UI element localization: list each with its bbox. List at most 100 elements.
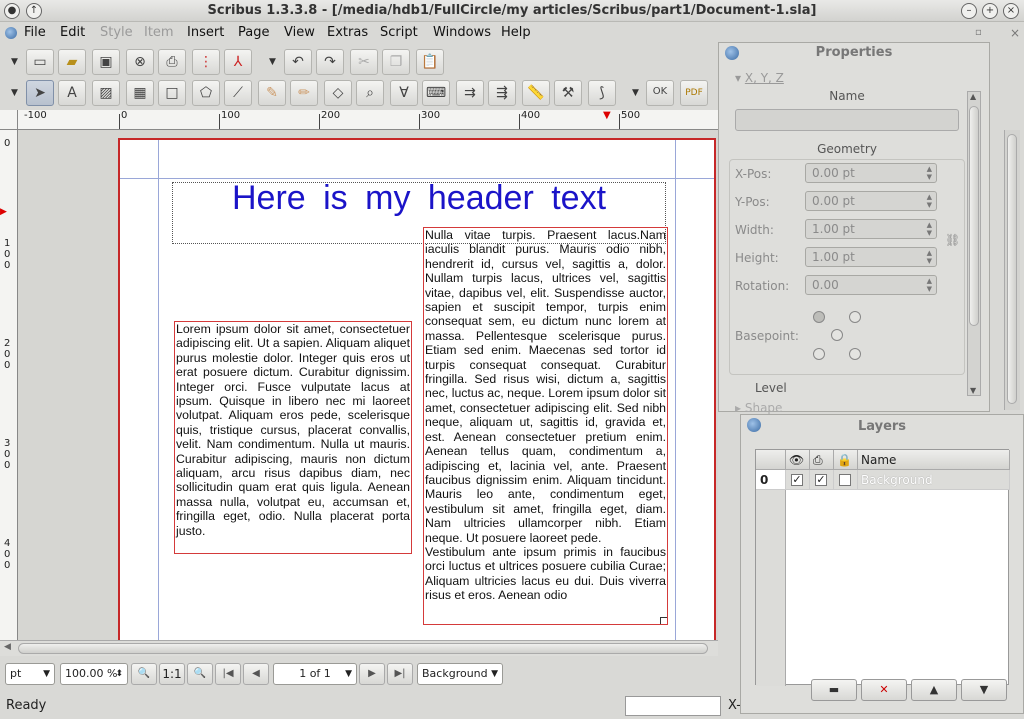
dock-close-icon[interactable]: × — [1010, 26, 1020, 40]
zoom-100-button[interactable]: 1:1 — [159, 663, 185, 685]
width-input[interactable]: 1.00 pt ▲ ▼ — [805, 219, 937, 239]
copy-button[interactable]: ❐ — [382, 49, 410, 75]
open-button[interactable]: ▰ — [58, 49, 86, 75]
menu-insert[interactable]: Insert — [187, 25, 224, 40]
basepoint-top-left[interactable] — [813, 311, 825, 323]
toolbar-handle-icon[interactable]: ▼ — [269, 57, 276, 67]
text-frame-button[interactable]: A — [58, 80, 86, 106]
preflight-button[interactable]: ⋮ — [192, 49, 220, 75]
menu-view[interactable]: View — [284, 25, 315, 40]
line-button[interactable]: ⟋ — [224, 80, 252, 106]
vertical-ruler[interactable]: 0 1 0 0 2 0 0 3 0 0 4 0 0 ▶ — [0, 130, 18, 640]
polygon-button[interactable]: ⬠ — [192, 80, 220, 106]
image-frame-button[interactable]: ▨ — [92, 80, 120, 106]
zoom-input[interactable]: 100.00 % ⬍ — [60, 663, 128, 685]
menu-windows[interactable]: Windows — [433, 25, 491, 40]
height-input[interactable]: 1.00 pt ▲ ▼ — [805, 247, 937, 267]
freehand-button[interactable]: ✏ — [290, 80, 318, 106]
save-button[interactable]: ▣ — [92, 49, 120, 75]
basepoint-center[interactable] — [831, 329, 843, 341]
undo-button[interactable]: ↶ — [284, 49, 312, 75]
layer-visible-checkbox[interactable]: ✓ — [791, 474, 803, 486]
horizontal-scrollbar[interactable]: ◀ — [0, 640, 718, 656]
select-tool-button[interactable]: ➤ — [26, 80, 54, 106]
close-icon[interactable]: × — [1003, 3, 1019, 19]
lower-layer-button[interactable]: ▼ — [961, 679, 1007, 701]
last-page-button[interactable]: ▶| — [387, 663, 413, 685]
raise-layer-button[interactable]: ▲ — [911, 679, 957, 701]
scroll-left-icon[interactable]: ◀ — [4, 642, 11, 652]
menu-edit[interactable]: Edit — [60, 25, 85, 40]
minimize-icon[interactable]: – — [961, 3, 977, 19]
toolbar-handle-icon[interactable]: ▼ — [632, 88, 639, 98]
ok-button[interactable]: OK — [646, 80, 674, 106]
page-select[interactable]: 1 of 1 ▼ — [273, 663, 357, 685]
toolbar-handle-icon[interactable]: ▼ — [11, 57, 18, 67]
print-button[interactable]: ⎙ — [158, 49, 186, 75]
bezier-button[interactable]: ✎ — [258, 80, 286, 106]
layer-name-cell[interactable]: Background — [858, 470, 1010, 490]
menu-file[interactable]: File — [24, 25, 46, 40]
menu-help[interactable]: Help — [501, 25, 531, 40]
scroll-up-icon[interactable]: ▲ — [970, 92, 976, 101]
menu-extras[interactable]: Extras — [327, 25, 368, 40]
basepoint-top-right[interactable] — [849, 311, 861, 323]
ruler-corner[interactable] — [0, 110, 18, 130]
scroll-down-icon[interactable]: ▼ — [970, 386, 976, 395]
menu-page[interactable]: Page — [238, 25, 269, 40]
table-button[interactable]: ▦ — [126, 80, 154, 106]
edit-text-button[interactable]: Ɐ — [390, 80, 418, 106]
shape-tab[interactable]: ▸ Shape — [735, 401, 782, 415]
vertical-scrollbar[interactable] — [1004, 130, 1020, 410]
story-editor-button[interactable]: ⌨ — [422, 80, 450, 106]
paste-button[interactable]: 📋 — [416, 49, 444, 75]
resize-handle-icon[interactable] — [660, 617, 667, 624]
layer-locked-checkbox[interactable] — [839, 474, 851, 486]
menu-style[interactable]: Style — [100, 25, 133, 40]
layer-select[interactable]: Background ▼ — [417, 663, 503, 685]
basepoint-bottom-right[interactable] — [849, 348, 861, 360]
right-text-frame[interactable]: Nulla vitae turpis. Praesent lacus.Nam i… — [423, 227, 668, 625]
x-pos-input[interactable]: 0.00 pt ▲ ▼ — [805, 163, 937, 183]
eyedropper-button[interactable]: ⟆ — [588, 80, 616, 106]
dock-float-icon[interactable]: ▫ — [975, 27, 982, 38]
cut-button[interactable]: ✂ — [350, 49, 378, 75]
measure-button[interactable]: 📏 — [522, 80, 550, 106]
rotation-input[interactable]: 0.00 ▲ ▼ — [805, 275, 937, 295]
close-document-button[interactable]: ⊗ — [126, 49, 154, 75]
add-layer-button[interactable]: ▬ — [811, 679, 857, 701]
maximize-icon[interactable]: + — [982, 3, 998, 19]
y-pos-input[interactable]: 0.00 pt ▲ ▼ — [805, 191, 937, 211]
zoom-button[interactable]: ⌕ — [356, 80, 384, 106]
redo-button[interactable]: ↷ — [316, 49, 344, 75]
pdf-field-button[interactable]: PDF — [680, 80, 708, 106]
scrollbar-thumb[interactable] — [969, 106, 979, 326]
toolbar-handle-icon[interactable]: ▼ — [11, 88, 18, 98]
layer-printable-checkbox[interactable]: ✓ — [815, 474, 827, 486]
document-page[interactable]: Here is my header text Lorem ipsum dolor… — [118, 138, 716, 640]
document-canvas[interactable]: Here is my header text Lorem ipsum dolor… — [18, 130, 718, 640]
xyz-tab[interactable]: ▾ X, Y, Z — [735, 71, 784, 85]
unlink-frames-button[interactable]: ⇶ — [488, 80, 516, 106]
export-pdf-button[interactable]: ⅄ — [224, 49, 252, 75]
first-page-button[interactable]: |◀ — [215, 663, 241, 685]
rotate-button[interactable]: ◇ — [324, 80, 352, 106]
name-input[interactable] — [735, 109, 959, 131]
properties-scrollbar[interactable]: ▲ ▼ — [967, 91, 981, 396]
shape-button[interactable]: □ — [158, 80, 186, 106]
delete-layer-button[interactable]: ✕ — [861, 679, 907, 701]
menu-script[interactable]: Script — [380, 25, 418, 40]
menu-item[interactable]: Item — [144, 25, 174, 40]
horizontal-ruler[interactable]: -100 0 100 200 300 400 500 ▼ — [18, 110, 718, 130]
copy-properties-button[interactable]: ⚒ — [554, 80, 582, 106]
left-text-frame[interactable]: Lorem ipsum dolor sit amet, consectetuer… — [174, 321, 412, 554]
new-document-button[interactable]: ▭ — [26, 49, 54, 75]
chain-link-icon[interactable]: ⛓ — [945, 233, 960, 247]
zoom-in-button[interactable]: 🔍 — [187, 663, 213, 685]
scrollbar-thumb[interactable] — [18, 643, 708, 654]
previous-page-button[interactable]: ◀ — [243, 663, 269, 685]
unit-select[interactable]: pt ▼ — [5, 663, 55, 685]
next-page-button[interactable]: ▶ — [359, 663, 385, 685]
link-frames-button[interactable]: ⇉ — [456, 80, 484, 106]
scrollbar-thumb[interactable] — [1007, 134, 1017, 404]
